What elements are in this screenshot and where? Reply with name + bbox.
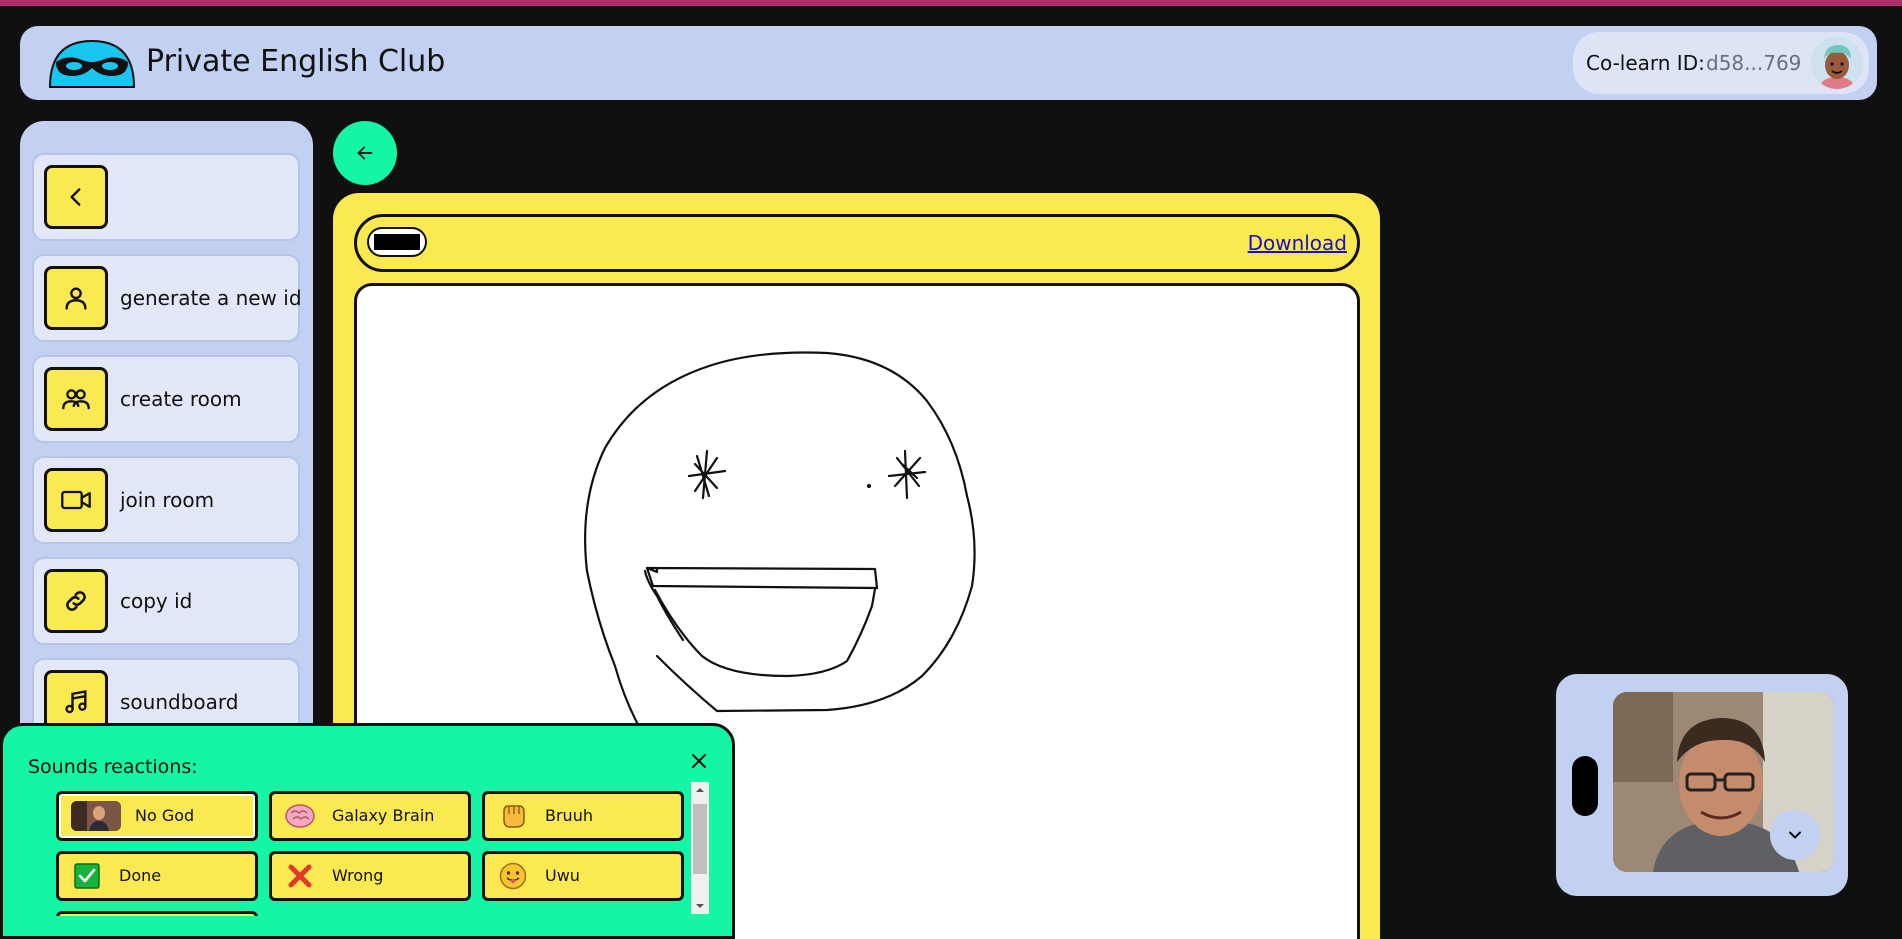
- video-camera-icon: [44, 468, 108, 532]
- scroll-down-icon[interactable]: [691, 900, 709, 912]
- sound-label: Done: [119, 866, 162, 885]
- app-title: Private English Club: [146, 44, 446, 79]
- app-header: Private English Club Co-learn ID: d58...…: [20, 26, 1877, 100]
- link-icon: [44, 569, 108, 633]
- colearn-id-label: Co-learn ID:: [1586, 51, 1705, 75]
- sidebar-item-label: generate a new id: [120, 286, 302, 310]
- pen-color-picker[interactable]: [367, 227, 427, 257]
- chevron-left-icon: [44, 165, 108, 229]
- sound-button-bruuh[interactable]: Bruuh: [482, 791, 684, 841]
- colearn-id-value: d58...769: [1706, 51, 1802, 75]
- colearn-id-pill[interactable]: Co-learn ID: d58...769: [1573, 32, 1869, 94]
- sidebar-item-create-room[interactable]: create room: [32, 355, 300, 443]
- sidebar-item-label: soundboard: [120, 690, 239, 714]
- cross-icon: [284, 861, 316, 891]
- sound-button-wrong[interactable]: Wrong: [269, 851, 471, 901]
- download-link[interactable]: Download: [1248, 231, 1347, 255]
- sidebar-item-collapse[interactable]: [32, 153, 300, 241]
- check-icon: [71, 861, 103, 891]
- whiteboard-toolbar: Download: [354, 214, 1360, 272]
- sound-button-uwu[interactable]: Uwu: [482, 851, 684, 901]
- photo-thumbnail: [71, 801, 121, 831]
- sound-button-done[interactable]: Done: [56, 851, 258, 901]
- sidebar-item-label: create room: [120, 387, 242, 411]
- sounds-panel: Sounds reactions: No God Galaxy Brain Br…: [0, 723, 735, 939]
- brain-icon: [284, 801, 316, 831]
- sound-label: No God: [135, 806, 195, 825]
- scrollbar-thumb[interactable]: [693, 804, 707, 874]
- sounds-list: No God Galaxy Brain Bruuh Done Wrong Uwu: [53, 788, 693, 916]
- close-icon[interactable]: [688, 750, 710, 772]
- sidebar-item-generate-id[interactable]: generate a new id: [32, 254, 302, 342]
- sound-button-more[interactable]: [56, 911, 258, 916]
- arrow-left-icon: [357, 146, 373, 160]
- sidebar-item-label: copy id: [120, 589, 193, 613]
- sound-label: Uwu: [545, 866, 580, 885]
- sound-label: Wrong: [332, 866, 384, 885]
- tongue-face-icon: [497, 861, 529, 891]
- sidebar-item-label: join room: [120, 488, 215, 512]
- video-preview-card: [1553, 671, 1851, 899]
- chevron-down-icon[interactable]: [1770, 810, 1820, 860]
- back-button[interactable]: [333, 121, 397, 185]
- fist-icon: [497, 801, 529, 831]
- drag-handle[interactable]: [1572, 756, 1598, 816]
- mask-logo-icon: [48, 38, 136, 88]
- sidebar-item-join-room[interactable]: join room: [32, 456, 300, 544]
- users-icon: [44, 367, 108, 431]
- sounds-scrollbar[interactable]: [691, 782, 709, 914]
- sound-label: Bruuh: [545, 806, 593, 825]
- sounds-title: Sounds reactions:: [28, 756, 198, 778]
- scroll-up-icon[interactable]: [691, 784, 709, 796]
- sidebar-item-copy-id[interactable]: copy id: [32, 557, 300, 645]
- sound-label: Galaxy Brain: [332, 806, 435, 825]
- user-icon: [44, 266, 108, 330]
- top-stripe: [0, 0, 1902, 6]
- sound-button-galaxy-brain[interactable]: Galaxy Brain: [269, 791, 471, 841]
- avatar[interactable]: [1811, 37, 1863, 89]
- sound-button-no-god[interactable]: No God: [56, 791, 258, 841]
- pen-color-fill: [374, 234, 420, 250]
